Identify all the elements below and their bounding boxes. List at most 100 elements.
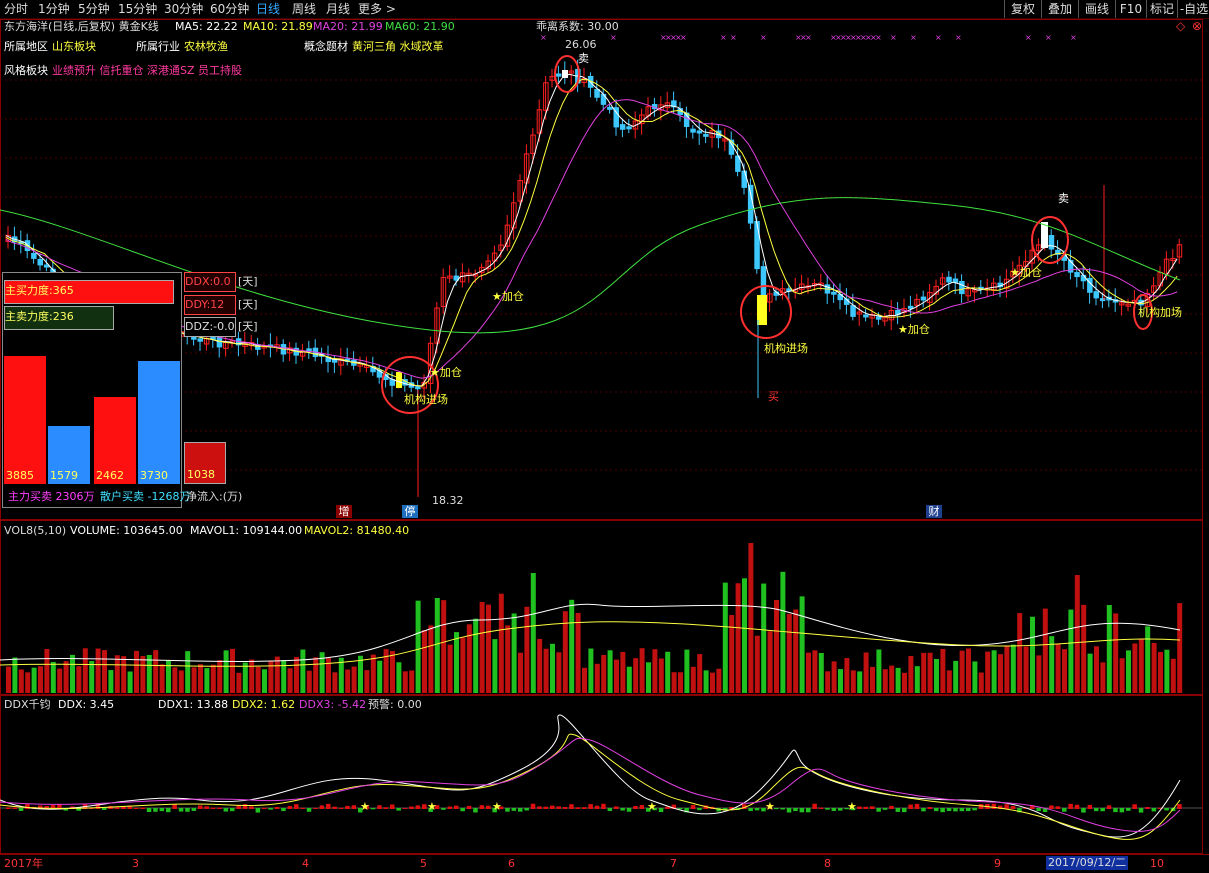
ddx-bar <box>505 808 510 812</box>
ddy-value-box: DDY:12 <box>184 295 236 315</box>
volume-bar <box>1132 643 1138 693</box>
volume-bar <box>505 625 511 693</box>
ddx-bar <box>1113 808 1118 813</box>
ddx-bar <box>409 806 414 809</box>
volume-bar <box>882 669 888 693</box>
volume-bar <box>927 652 933 693</box>
volume-bar <box>12 657 18 693</box>
ddx-bar <box>620 808 625 811</box>
ddx-bar <box>1177 804 1182 809</box>
candle-body <box>907 305 914 309</box>
diamond-icon[interactable]: ◇ <box>1176 20 1185 33</box>
close-icon[interactable]: ⊗ <box>1192 20 1202 33</box>
volume-bar <box>665 651 671 693</box>
volume-indicator-name: VOL8(5,10) <box>4 524 67 537</box>
volume-bar <box>569 599 575 693</box>
event-zeng-badge[interactable]: 增 <box>336 505 352 518</box>
event-cai-badge[interactable]: 财 <box>926 505 942 518</box>
ddx-bar <box>178 808 184 812</box>
volume-bar <box>601 654 607 693</box>
volume-bar <box>620 651 626 693</box>
ddx-panel-value: DDX: 3.45 <box>58 698 115 711</box>
ddx1-value: DDX1: 13.88 <box>158 698 229 711</box>
ddx-bar <box>882 808 888 810</box>
ddx-bar <box>959 808 965 812</box>
volume-bar <box>486 604 491 693</box>
date-label-7: 7 <box>670 857 677 870</box>
volume-bar <box>1100 662 1106 693</box>
volume-bar <box>159 664 165 693</box>
ddx-bar <box>306 808 312 812</box>
volume-bar <box>191 667 197 693</box>
ddx-bar <box>614 806 619 809</box>
volume-bar <box>473 618 479 693</box>
volume-bar <box>383 649 389 693</box>
volume-bar <box>210 664 216 693</box>
volume-bar <box>588 648 594 693</box>
candle-body <box>1048 235 1055 250</box>
retail-total: 散户买卖 -1268万 <box>100 490 191 503</box>
volume-bar <box>230 648 235 693</box>
sell-signal-1: 卖 <box>578 52 589 65</box>
institution-add: 机构加场 <box>1138 306 1182 319</box>
volume-bar <box>396 662 402 693</box>
volume-bar <box>799 596 805 693</box>
concept-label: 概念题材 <box>304 40 348 53</box>
candle-body <box>875 316 882 320</box>
event-ting-badge[interactable]: 停 <box>402 505 418 518</box>
ddx-bar <box>626 808 632 812</box>
deviation-marker: × <box>540 33 547 42</box>
industry-label: 所属行业 <box>136 40 180 53</box>
volume-bar <box>972 661 978 693</box>
candle-body <box>946 276 952 283</box>
ddx-bar <box>422 804 427 809</box>
volume-bar <box>370 654 376 693</box>
volume-bar <box>684 649 690 693</box>
ddx-bar <box>166 808 171 813</box>
ddx-bar <box>1055 806 1061 809</box>
volume-bar <box>460 637 466 693</box>
low-price-label: 18.32 <box>432 494 464 507</box>
date-label-3: 3 <box>132 857 139 870</box>
capital-flow-bar-value: 3730 <box>140 469 168 482</box>
volume-bar <box>313 657 319 693</box>
capital-flow-bar: 3885 <box>4 356 46 484</box>
volume-bar <box>447 644 453 693</box>
ddx-bar <box>927 807 933 809</box>
volume-bar <box>223 650 229 693</box>
ddx-bar <box>582 807 587 809</box>
volume-bar <box>582 667 587 693</box>
date-label-5: 5 <box>420 857 427 870</box>
volume-bar <box>89 661 95 693</box>
ddx-bar <box>914 803 920 809</box>
capital-flow-bar-value: 3885 <box>6 469 34 482</box>
ddx-bar <box>1138 808 1144 813</box>
ddx-bar <box>377 805 382 809</box>
ddx-bar <box>146 808 152 812</box>
volume-bar <box>134 650 139 693</box>
volume-bar <box>466 624 472 693</box>
volume-bar <box>953 660 959 693</box>
candle-body <box>1093 291 1099 299</box>
ddx-bar <box>972 808 977 811</box>
volume-bar <box>402 671 408 693</box>
ma10-label: MA10: 21.89 <box>243 20 313 33</box>
ddx-bar <box>326 803 331 809</box>
ddx-value-box: DDX:0.0 <box>184 272 236 292</box>
volume-bar <box>614 659 619 693</box>
volume-bar <box>818 652 824 693</box>
volume-bar <box>716 668 722 693</box>
volume-bar <box>934 658 939 693</box>
institution-enter-1: 机构进场 <box>404 393 448 406</box>
institution-enter-2: 机构进场 <box>764 342 808 355</box>
region-value: 山东板块 <box>52 40 96 53</box>
deviation-marker: × <box>910 33 917 42</box>
volume-bar <box>18 669 24 693</box>
ddx-bar <box>825 808 830 810</box>
candle-body <box>415 386 421 390</box>
volume-bar <box>550 643 555 693</box>
date-label-9: 9 <box>994 857 1001 870</box>
volume-bar <box>146 654 152 693</box>
volume-bar <box>1145 626 1151 693</box>
main-sell-strength: 主卖力度:236 <box>4 306 114 330</box>
